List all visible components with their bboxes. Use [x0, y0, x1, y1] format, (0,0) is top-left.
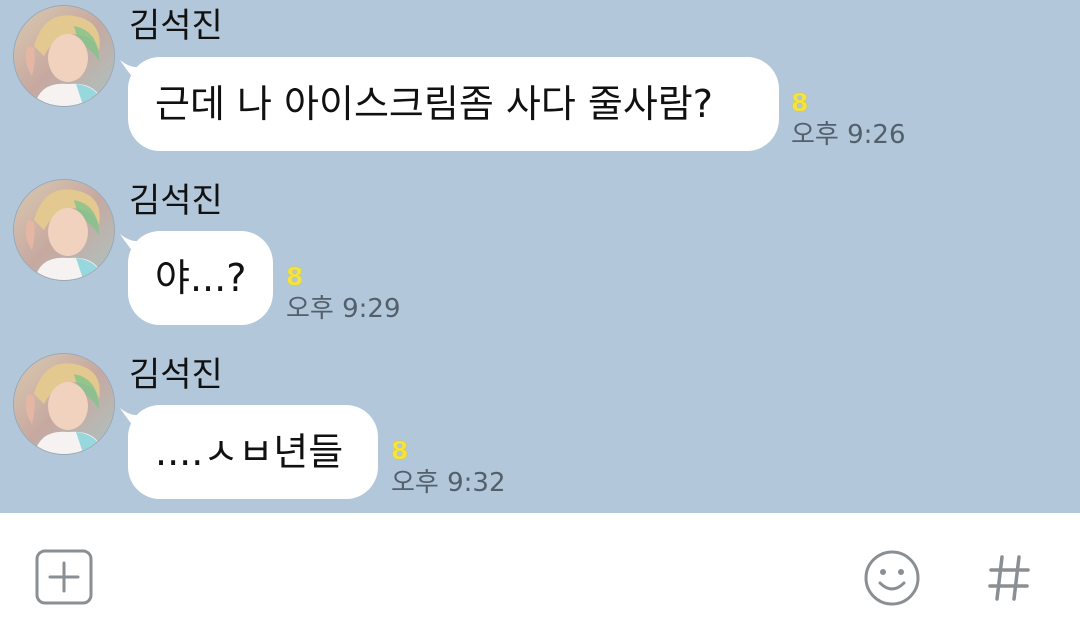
message-bubble[interactable]: ....ㅅㅂ년들: [128, 405, 378, 499]
message-time: 오후 9:26: [791, 120, 906, 150]
unread-count: 8: [286, 262, 304, 291]
chat-area[interactable]: 김석진 근데 나 아이스크림좀 사다 줄사람? 8 오후 9:26 김석진 야.…: [0, 0, 1080, 513]
unread-count: 8: [391, 436, 409, 465]
unread-count: 8: [791, 88, 809, 117]
message-bubble[interactable]: 근데 나 아이스크림좀 사다 줄사람?: [128, 57, 779, 151]
avatar[interactable]: [13, 353, 115, 455]
message-input-bar[interactable]: [0, 513, 1080, 629]
sender-name: 김석진: [129, 181, 223, 221]
message-bubble[interactable]: 야...?: [128, 231, 273, 325]
message-time: 오후 9:29: [286, 294, 401, 324]
hash-icon[interactable]: [987, 553, 1031, 603]
avatar[interactable]: [13, 5, 115, 107]
emoji-icon[interactable]: [863, 549, 921, 607]
sender-name: 김석진: [129, 6, 223, 46]
message-time: 오후 9:32: [391, 468, 506, 498]
avatar[interactable]: [13, 179, 115, 281]
plus-icon[interactable]: [35, 549, 93, 605]
sender-name: 김석진: [129, 355, 223, 395]
